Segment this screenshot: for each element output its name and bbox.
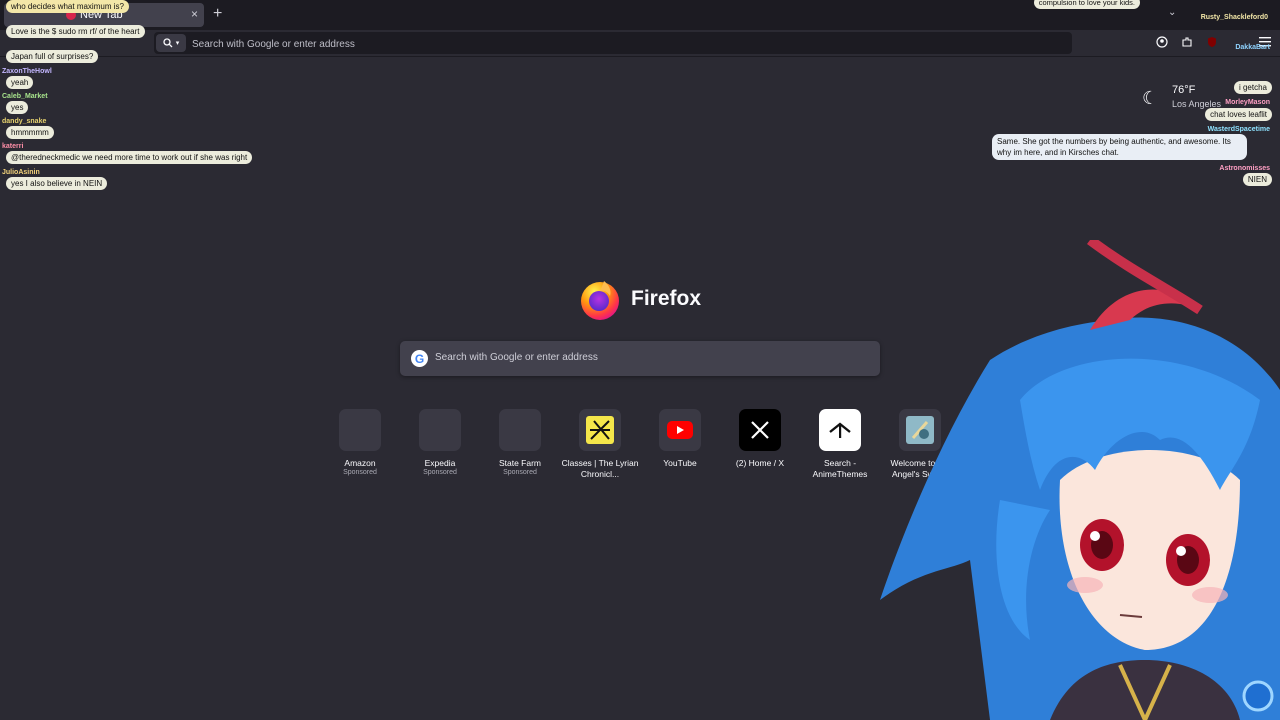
url-bar[interactable]: ▾: [154, 32, 1072, 54]
firefox-logo: [581, 281, 619, 320]
chat-username: MorleyMason: [1225, 99, 1270, 106]
url-input[interactable]: [190, 35, 1054, 53]
chat-message: compulsion to love your kids.: [1033, 0, 1140, 9]
shortcut-animethemes[interactable]: Search - AnimeThemes: [800, 409, 880, 480]
youtube-icon: [667, 421, 693, 439]
moon-icon: ☾: [1142, 88, 1159, 108]
chat-username: Astronomisses: [1219, 165, 1270, 172]
shortcut-amazon[interactable]: Amazon Sponsored: [320, 409, 400, 476]
chat-username: JulioAsinin: [2, 169, 40, 176]
extensions-icon[interactable]: [1180, 35, 1194, 49]
google-icon: G: [411, 350, 428, 367]
shortcut-label: (2) Home / X: [735, 458, 785, 468]
sponsored-label: Sponsored: [423, 469, 457, 476]
shortcut-x-home[interactable]: (2) Home / X: [720, 409, 800, 469]
nav-bar: ▾: [0, 30, 1280, 57]
chat-username: DakkaBart: [1235, 44, 1270, 51]
close-icon[interactable]: ×: [191, 7, 198, 21]
shortcut-expedia[interactable]: Expedia Sponsored: [400, 409, 480, 476]
chat-message: i getcha: [1233, 81, 1272, 94]
shortcut-label: YouTube: [663, 458, 697, 468]
chat-message: yeah: [6, 76, 34, 89]
shortcut-label: Amazon: [344, 458, 376, 468]
shortcut-tile: [739, 409, 781, 451]
chat-message: who decides what maximum is?: [6, 0, 129, 13]
chevron-down-icon: ▾: [175, 40, 180, 47]
lyrian-chronicles-icon: [586, 416, 614, 444]
account-icon[interactable]: [1155, 35, 1169, 49]
shortcut-tile: [419, 409, 461, 451]
vtuber-avatar: [880, 240, 1280, 720]
chat-message: yes I also believe in NEIN: [6, 177, 108, 190]
sponsored-label: Sponsored: [503, 469, 537, 476]
shortcut-tile: [579, 409, 621, 451]
chat-username: dandy_snake: [2, 118, 47, 125]
shortcut-lyrian-chronicles[interactable]: Classes | The Lyrian Chronicl...: [560, 409, 640, 480]
shortcut-youtube[interactable]: YouTube: [640, 409, 720, 469]
new-tab-button[interactable]: +: [213, 5, 222, 23]
chat-message: hmmmmm: [6, 126, 54, 139]
shortcut-tile: [819, 409, 861, 451]
search-mode-button[interactable]: ▾: [156, 34, 186, 52]
chat-username: Rusty_Shackleford0: [1200, 14, 1268, 21]
newtab-search-box[interactable]: G Search with Google or enter address: [400, 341, 880, 376]
chat-message: chat loves leaflit: [1205, 108, 1272, 121]
sponsored-label: Sponsored: [343, 469, 377, 476]
shortcut-tile: [499, 409, 541, 451]
chat-username: WasterdSpacetime: [1207, 126, 1270, 133]
shortcut-label: Classes | The Lyrian Chronicl...: [561, 458, 639, 479]
newtab-search-placeholder: Search with Google or enter address: [435, 352, 598, 363]
chat-message: Japan full of surprises?: [6, 50, 99, 63]
shortcut-label: State Farm: [498, 458, 542, 468]
chat-message: Same. She got the numbers by being authe…: [992, 134, 1247, 160]
search-icon: [163, 38, 173, 48]
animethemes-icon: [829, 422, 851, 438]
chevron-down-icon[interactable]: ⌄: [1168, 7, 1176, 18]
shortcut-tile: [659, 409, 701, 451]
chat-message: Love is the $ sudo rm rf/ of the heart: [6, 25, 145, 38]
chat-username: ZaxonTheHowl: [2, 68, 52, 75]
shortcut-state-farm[interactable]: State Farm Sponsored: [480, 409, 560, 476]
chat-message: NIEN: [1242, 173, 1272, 186]
weather-temperature: 76°F: [1172, 84, 1196, 96]
chat-username: katerri: [2, 143, 24, 150]
x-logo-icon: [751, 421, 769, 439]
shortcut-tile: [339, 409, 381, 451]
chat-message: @theredneckmedic we need more time to wo…: [6, 151, 253, 164]
chat-username: Caleb_Market: [2, 93, 48, 100]
shortcut-label: Expedia: [424, 458, 456, 468]
firefox-wordmark: Firefox: [631, 287, 702, 310]
chat-message: yes: [6, 101, 29, 114]
shortcut-label: Search - AnimeThemes: [812, 458, 868, 479]
ublock-icon[interactable]: [1205, 35, 1219, 49]
